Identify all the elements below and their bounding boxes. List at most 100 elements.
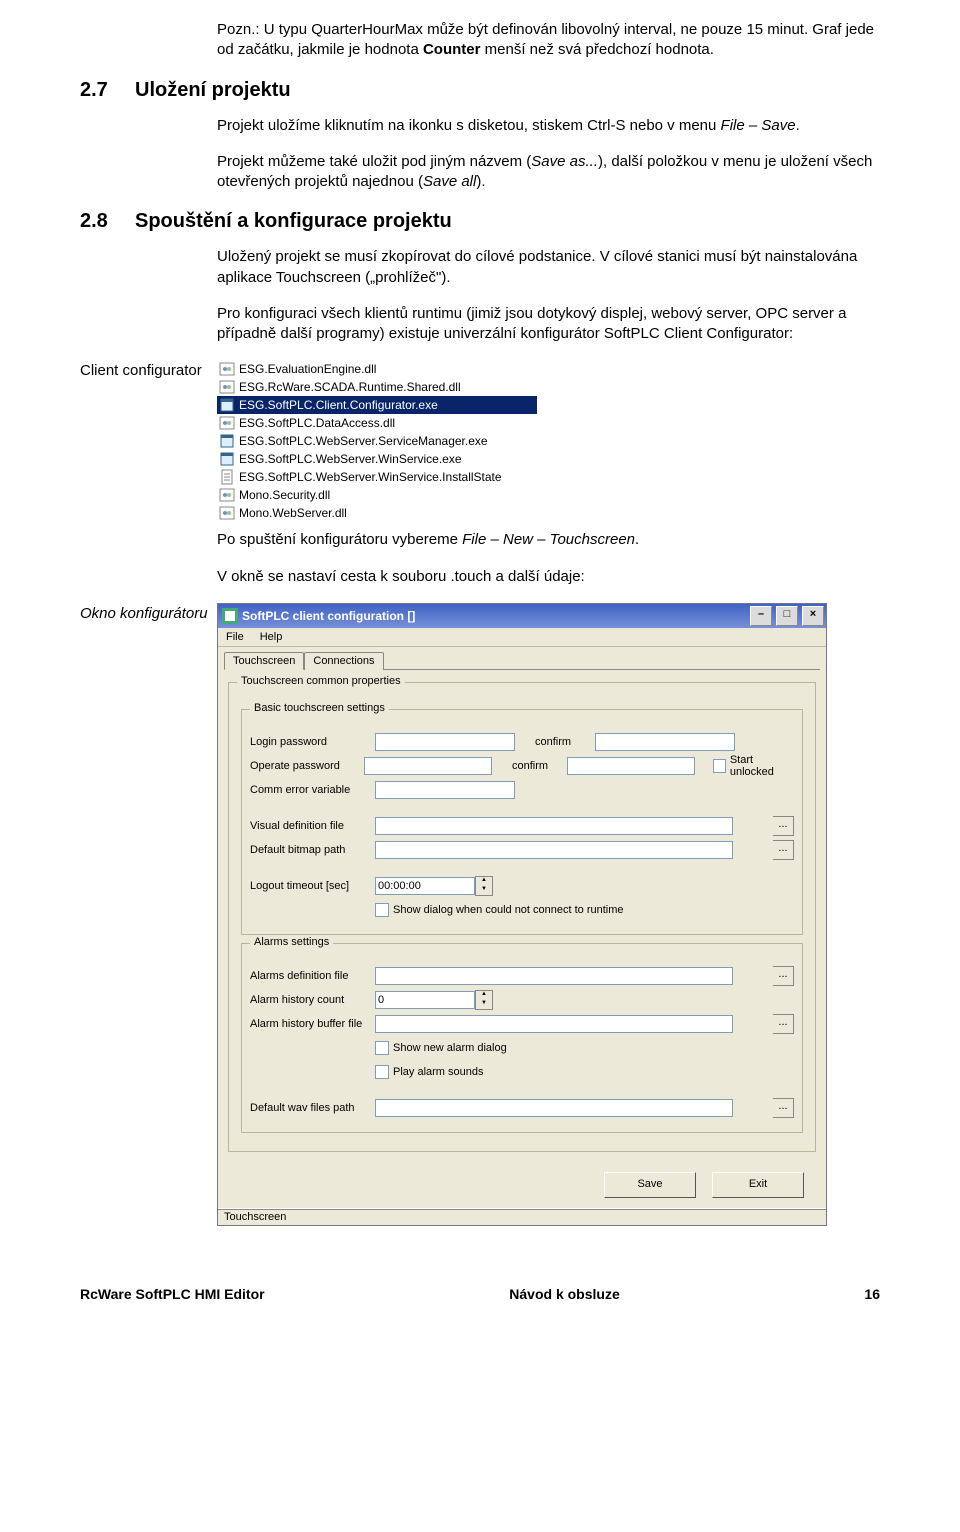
dll-file-icon bbox=[219, 505, 235, 521]
group-alarms: Alarms settings Alarms definition file .… bbox=[241, 943, 803, 1133]
page-footer: RcWare SoftPLC HMI Editor Návod k obsluz… bbox=[80, 1286, 880, 1302]
file-name: ESG.EvaluationEngine.dll bbox=[239, 362, 376, 376]
exe-file-icon bbox=[219, 451, 235, 467]
file-name: ESG.SoftPLC.Client.Configurator.exe bbox=[239, 398, 438, 412]
exe-file-icon bbox=[219, 397, 235, 413]
section-title: Spouštění a konfigurace projektu bbox=[135, 210, 452, 233]
dll-file-icon bbox=[219, 415, 235, 431]
section-num: 2.7 bbox=[80, 79, 135, 102]
maximize-button[interactable]: □ bbox=[776, 606, 798, 626]
file-list-item[interactable]: ESG.EvaluationEngine.dll bbox=[217, 360, 537, 378]
side-label-config-window: Okno konfigurátoru bbox=[80, 603, 217, 622]
section-2-7: 2.7 Uložení projektu bbox=[80, 79, 880, 102]
wav-path-input[interactable] bbox=[375, 1099, 733, 1117]
file-list: ESG.EvaluationEngine.dll ESG.RcWare.SCADA… bbox=[217, 360, 537, 522]
login-password-input[interactable] bbox=[375, 733, 515, 751]
status-bar: Touchscreen bbox=[218, 1208, 826, 1225]
file-list-item[interactable]: ESG.RcWare.SCADA.Runtime.Shared.dll bbox=[217, 378, 537, 396]
start-unlocked-checkbox[interactable] bbox=[713, 759, 726, 773]
lbl-start-unlocked: Start unlocked bbox=[730, 754, 794, 778]
footer-left: RcWare SoftPLC HMI Editor bbox=[80, 1286, 265, 1302]
group-alarms-legend: Alarms settings bbox=[250, 936, 333, 948]
alarms-def-input[interactable] bbox=[375, 967, 733, 985]
exit-button[interactable]: Exit bbox=[712, 1172, 804, 1198]
show-new-alarm-checkbox[interactable] bbox=[375, 1041, 389, 1055]
dll-file-icon bbox=[219, 487, 235, 503]
paragraph-saveas: Projekt můžeme také uložit pod jiným náz… bbox=[217, 152, 880, 193]
lbl-login-password: Login password bbox=[250, 736, 375, 748]
lbl-show-new-alarm: Show new alarm dialog bbox=[393, 1042, 507, 1054]
file-name: ESG.RcWare.SCADA.Runtime.Shared.dll bbox=[239, 380, 461, 394]
bitmap-browse[interactable]: ... bbox=[773, 840, 794, 860]
group-common: Touchscreen common properties Basic touc… bbox=[228, 682, 816, 1152]
tab-connections[interactable]: Connections bbox=[304, 652, 383, 670]
menu-file[interactable]: File bbox=[224, 630, 246, 644]
wav-path-browse[interactable]: ... bbox=[773, 1098, 794, 1118]
alarm-buffer-input[interactable] bbox=[375, 1015, 733, 1033]
comm-error-input[interactable] bbox=[375, 781, 515, 799]
lbl-bitmap-path: Default bitmap path bbox=[250, 844, 375, 856]
lbl-comm-error: Comm error variable bbox=[250, 784, 375, 796]
dll-file-icon bbox=[219, 361, 235, 377]
side-label-client-configurator: Client configurator bbox=[80, 360, 217, 379]
visual-def-browse[interactable]: ... bbox=[773, 816, 794, 836]
lbl-visual-def: Visual definition file bbox=[250, 820, 375, 832]
tab-content: Touchscreen common properties Basic touc… bbox=[224, 669, 820, 1208]
close-button[interactable]: × bbox=[802, 606, 824, 626]
bitmap-path-input[interactable] bbox=[375, 841, 733, 859]
logout-timeout-spinner[interactable]: ▲▼ bbox=[475, 876, 493, 896]
show-dialog-checkbox[interactable] bbox=[375, 903, 389, 917]
paragraph-note: Pozn.: U typu QuarterHourMax může být de… bbox=[217, 20, 880, 61]
lbl-alarm-buffer: Alarm history buffer file bbox=[250, 1018, 375, 1030]
lbl-wav-path: Default wav files path bbox=[250, 1102, 375, 1114]
menu-help[interactable]: Help bbox=[258, 630, 285, 644]
operate-confirm-input[interactable] bbox=[567, 757, 695, 775]
alarm-buffer-browse[interactable]: ... bbox=[773, 1014, 794, 1034]
section-num: 2.8 bbox=[80, 210, 135, 233]
alarm-count-spinner[interactable]: ▲▼ bbox=[475, 990, 493, 1010]
alarm-count-input[interactable]: 0 bbox=[375, 991, 475, 1009]
file-list-item[interactable]: ESG.SoftPLC.WebServer.WinService.exe bbox=[217, 450, 537, 468]
paragraph-set-path: V okně se nastaví cesta k souboru .touch… bbox=[217, 567, 880, 587]
lbl-operate-password: Operate password bbox=[250, 760, 364, 772]
paragraph-after-run: Po spuštění konfigurátoru vybereme File … bbox=[217, 530, 880, 550]
lbl-confirm: confirm bbox=[515, 736, 595, 748]
file-list-item[interactable]: ESG.SoftPLC.WebServer.ServiceManager.exe bbox=[217, 432, 537, 450]
file-name: Mono.Security.dll bbox=[239, 488, 330, 502]
file-name: ESG.SoftPLC.WebServer.ServiceManager.exe bbox=[239, 434, 488, 448]
alarms-def-browse[interactable]: ... bbox=[773, 966, 794, 986]
group-basic: Basic touchscreen settings Login passwor… bbox=[241, 709, 803, 935]
lbl-confirm: confirm bbox=[492, 760, 567, 772]
paragraph-configurator: Pro konfiguraci všech klientů runtimu (j… bbox=[217, 304, 880, 345]
tab-bar: Touchscreen Connections bbox=[218, 647, 826, 669]
lbl-alarms-def: Alarms definition file bbox=[250, 970, 375, 982]
file-list-item[interactable]: ESG.SoftPLC.WebServer.WinService.Install… bbox=[217, 468, 537, 486]
footer-page-number: 16 bbox=[864, 1286, 880, 1302]
file-name: ESG.SoftPLC.WebServer.WinService.exe bbox=[239, 452, 462, 466]
window-title: SoftPLC client configuration [] bbox=[242, 609, 746, 623]
lbl-alarm-count: Alarm history count bbox=[250, 994, 375, 1006]
tab-touchscreen[interactable]: Touchscreen bbox=[224, 652, 304, 670]
login-confirm-input[interactable] bbox=[595, 733, 735, 751]
file-list-item[interactable]: ESG.SoftPLC.DataAccess.dll bbox=[217, 414, 537, 432]
save-button[interactable]: Save bbox=[604, 1172, 696, 1198]
group-common-legend: Touchscreen common properties bbox=[237, 675, 405, 687]
lbl-show-dialog: Show dialog when could not connect to ru… bbox=[393, 904, 624, 916]
play-sounds-checkbox[interactable] bbox=[375, 1065, 389, 1079]
section-title: Uložení projektu bbox=[135, 79, 291, 102]
group-basic-legend: Basic touchscreen settings bbox=[250, 702, 389, 714]
file-list-item[interactable]: Mono.WebServer.dll bbox=[217, 504, 537, 522]
logout-timeout-input[interactable]: 00:00:00 bbox=[375, 877, 475, 895]
operate-password-input[interactable] bbox=[364, 757, 492, 775]
minimize-button[interactable]: – bbox=[750, 606, 772, 626]
visual-def-input[interactable] bbox=[375, 817, 733, 835]
footer-center: Návod k obsluze bbox=[509, 1286, 619, 1302]
titlebar: SoftPLC client configuration [] – □ × bbox=[218, 604, 826, 628]
file-list-item[interactable]: Mono.Security.dll bbox=[217, 486, 537, 504]
section-2-8: 2.8 Spouštění a konfigurace projektu bbox=[80, 210, 880, 233]
menu-bar: File Help bbox=[218, 628, 826, 647]
lbl-logout-timeout: Logout timeout [sec] bbox=[250, 880, 375, 892]
lbl-play-sounds: Play alarm sounds bbox=[393, 1066, 484, 1078]
exe-file-icon bbox=[219, 433, 235, 449]
file-list-item[interactable]: ESG.SoftPLC.Client.Configurator.exe bbox=[217, 396, 537, 414]
